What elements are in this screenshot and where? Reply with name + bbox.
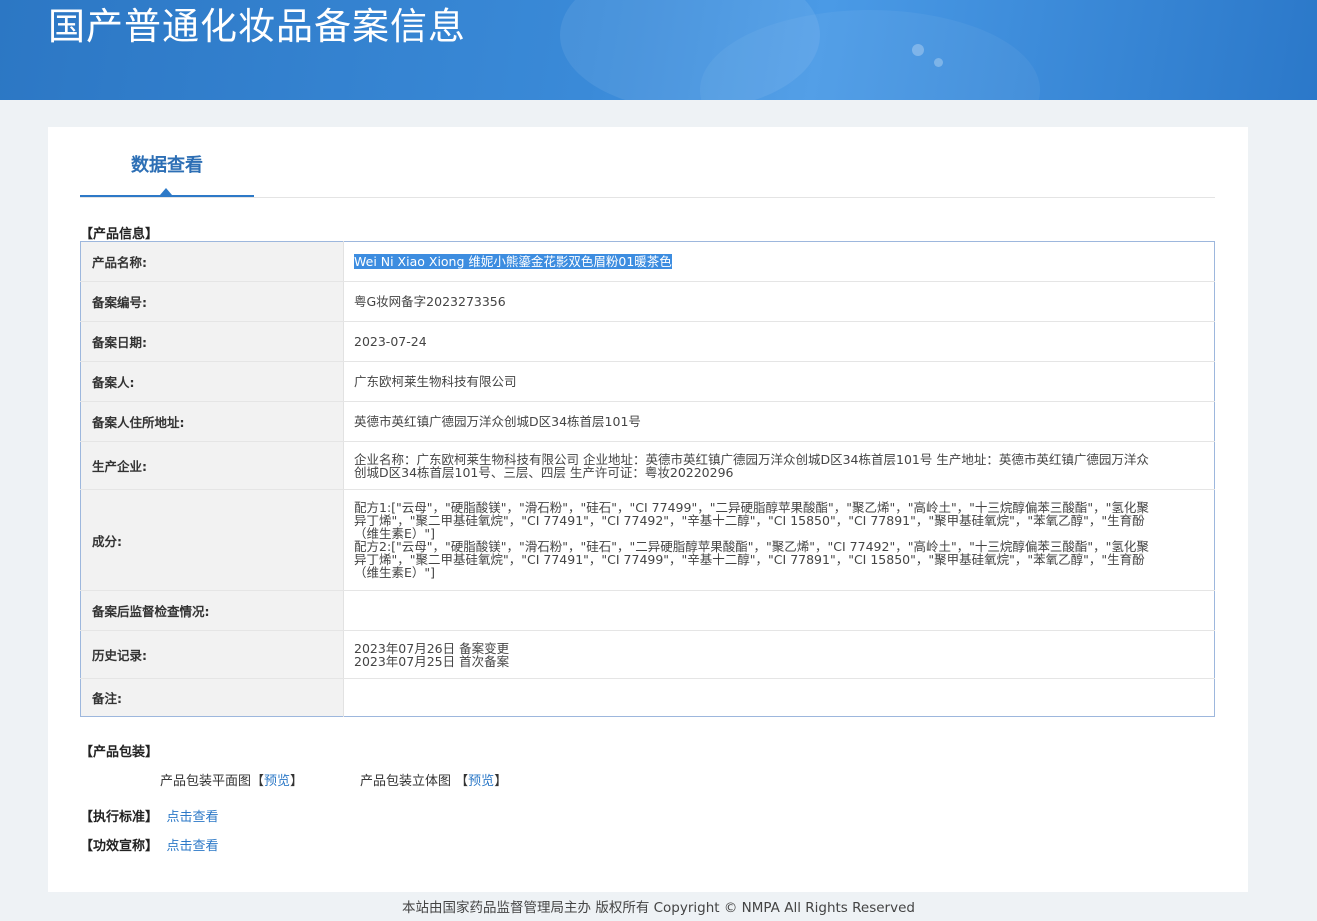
row-value <box>344 679 1215 717</box>
banner-dot <box>934 58 943 67</box>
header-banner: 国产普通化妆品备案信息 <box>0 0 1317 100</box>
packaging-flat: 产品包装平面图【预览】 <box>160 770 303 789</box>
row-label: 生产企业: <box>80 441 344 490</box>
row-label: 备案日期: <box>80 321 344 362</box>
section-packaging-title: 【产品包装】 <box>80 745 159 760</box>
row-label: 备案人住所地址: <box>80 401 344 442</box>
row-value <box>343 590 1215 631</box>
bracket-close: 】 <box>290 774 304 789</box>
table-row: 历史记录: 2023年07月26日 备案变更 2023年07月25日 首次备案 <box>80 630 1215 679</box>
section-standard: 【执行标准】 点击查看 <box>80 806 219 825</box>
row-label: 备注: <box>80 678 344 717</box>
packaging-flat-label: 产品包装平面图 <box>160 774 252 789</box>
bracket-open: 【 <box>251 774 265 789</box>
table-row: 备案编号: 粤G妆网备字2023273356 <box>80 281 1215 322</box>
row-label: 产品名称: <box>80 241 344 282</box>
row-value: 配方1:["云母"，"硬脂酸镁"，"滑石粉"，"硅石"，"CI 77499"，"… <box>343 489 1215 591</box>
preview-flat-link[interactable]: 预览 <box>264 774 290 789</box>
standard-view-link[interactable]: 点击查看 <box>167 810 219 825</box>
row-label: 备案后监督检查情况: <box>80 590 344 631</box>
table-row: 备注: <box>80 678 1215 717</box>
packaging-3d: 产品包装立体图 【预览】 <box>360 770 507 789</box>
footer-copyright: 本站由国家药品监督管理局主办 版权所有 Copyright © NMPA All… <box>402 900 915 916</box>
tab-data-view[interactable]: 数据查看 <box>80 127 254 197</box>
table-row: 生产企业: 企业名称：广东欧柯莱生物科技有限公司 企业地址：英德市英红镇广德园万… <box>80 441 1215 490</box>
table-row: 备案人: 广东欧柯莱生物科技有限公司 <box>80 361 1215 402</box>
row-value: 粤G妆网备字2023273356 <box>343 281 1215 322</box>
packaging-3d-label: 产品包装立体图 <box>360 774 452 789</box>
row-label: 备案编号: <box>80 281 344 322</box>
formula-2: 配方2:["云母"，"硬脂酸镁"，"滑石粉"，"硅石"，"二异硬脂醇苹果酸酯"，… <box>354 539 1149 580</box>
section-standard-title: 【执行标准】 <box>80 810 159 825</box>
table-row: 备案日期: 2023-07-24 <box>80 321 1215 362</box>
row-value: 企业名称：广东欧柯莱生物科技有限公司 企业地址：英德市英红镇广德园万洋众创城D区… <box>343 441 1215 490</box>
table-row: 备案后监督检查情况: <box>80 590 1215 631</box>
row-value: Wei Ni Xiao Xiong 维妮小熊鎏金花影双色眉粉01暖茶色 <box>343 241 1215 282</box>
history-entry: 2023年07月26日 备案变更 <box>354 640 510 656</box>
tab-bar: 数据查看 <box>80 127 1215 198</box>
formula-1: 配方1:["云母"，"硬脂酸镁"，"滑石粉"，"硅石"，"CI 77499"，"… <box>354 500 1149 541</box>
row-label: 历史记录: <box>80 630 344 679</box>
product-name-value: Wei Ni Xiao Xiong 维妮小熊鎏金花影双色眉粉01暖茶色 <box>354 254 672 269</box>
section-claims-title: 【功效宣称】 <box>80 839 159 854</box>
row-value: 2023年07月26日 备案变更 2023年07月25日 首次备案 <box>343 630 1215 679</box>
bracket-open: 【 <box>455 774 469 789</box>
section-product-info-title: 【产品信息】 <box>80 227 159 242</box>
row-value: 英德市英红镇广德园万洋众创城D区34栋首层101号 <box>343 401 1215 442</box>
row-value: 2023-07-24 <box>343 321 1215 362</box>
tab-active-caret <box>160 188 172 195</box>
content-card: 数据查看 【产品信息】 产品名称: Wei Ni Xiao Xiong 维妮小熊… <box>48 127 1248 892</box>
row-label: 备案人: <box>80 361 344 402</box>
product-info-table: 产品名称: Wei Ni Xiao Xiong 维妮小熊鎏金花影双色眉粉01暖茶… <box>80 241 1215 717</box>
table-row: 成分: 配方1:["云母"，"硬脂酸镁"，"滑石粉"，"硅石"，"CI 7749… <box>80 489 1215 591</box>
section-claims: 【功效宣称】 点击查看 <box>80 835 219 854</box>
table-row: 备案人住所地址: 英德市英红镇广德园万洋众创城D区34栋首层101号 <box>80 401 1215 442</box>
page-title: 国产普通化妆品备案信息 <box>48 5 466 48</box>
table-row: 产品名称: Wei Ni Xiao Xiong 维妮小熊鎏金花影双色眉粉01暖茶… <box>80 241 1215 282</box>
preview-3d-link[interactable]: 预览 <box>468 774 494 789</box>
bracket-close: 】 <box>494 774 508 789</box>
history-entry: 2023年07月25日 首次备案 <box>354 653 510 669</box>
claims-view-link[interactable]: 点击查看 <box>167 839 219 854</box>
banner-dot <box>912 44 924 56</box>
row-label: 成分: <box>80 489 344 591</box>
row-value: 广东欧柯莱生物科技有限公司 <box>343 361 1215 402</box>
